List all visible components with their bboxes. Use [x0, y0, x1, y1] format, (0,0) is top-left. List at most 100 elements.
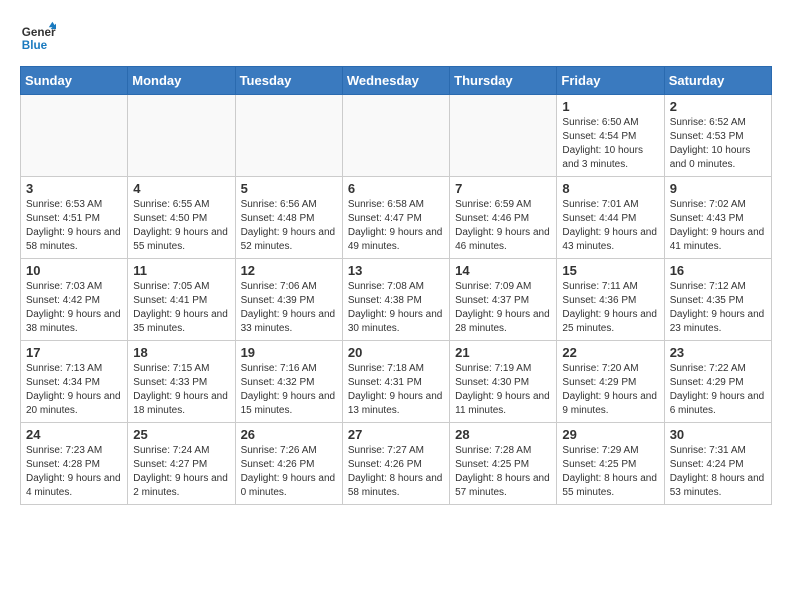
logo: General Blue — [20, 20, 56, 56]
day-number: 22 — [562, 345, 658, 360]
day-cell: 5Sunrise: 6:56 AM Sunset: 4:48 PM Daylig… — [235, 177, 342, 259]
day-info: Sunrise: 7:27 AM Sunset: 4:26 PM Dayligh… — [348, 444, 444, 500]
day-number: 10 — [26, 263, 122, 278]
weekday-header-saturday: Saturday — [664, 67, 771, 95]
day-cell: 30 Sunrise: 7:31 AM Sunset: 4:24 PM Dayli… — [664, 423, 771, 505]
day-number: 19 — [241, 345, 337, 360]
day-number: 11 — [133, 263, 229, 278]
day-cell — [450, 95, 557, 177]
svg-text:General: General — [22, 26, 56, 39]
day-number: 24 — [26, 427, 122, 442]
day-cell: 6Sunrise: 6:58 AM Sunset: 4:47 PM Daylig… — [342, 177, 449, 259]
day-number: 8 — [562, 181, 658, 196]
day-info: Sunrise: 7:22 AM Sunset: 4:29 PM Dayligh… — [670, 362, 766, 418]
day-info: Sunrise: 7:06 AM Sunset: 4:39 PM Dayligh… — [241, 280, 337, 336]
day-info: Sunrise: 7:26 AM Sunset: 4:26 PM Dayligh… — [241, 444, 337, 500]
day-number: 20 — [348, 345, 444, 360]
day-info: Sunrise: 6:53 AM Sunset: 4:51 PM Dayligh… — [26, 198, 122, 254]
day-cell: 25 Sunrise: 7:24 AM Sunset: 4:27 PM Dayli… — [128, 423, 235, 505]
weekday-header-sunday: Sunday — [21, 67, 128, 95]
day-number: 13 — [348, 263, 444, 278]
day-number: 1 — [562, 99, 658, 114]
day-cell: 3 Sunrise: 6:53 AM Sunset: 4:51 PM Daylig… — [21, 177, 128, 259]
day-info: Sunrise: 7:09 AM Sunset: 4:37 PM Dayligh… — [455, 280, 551, 336]
weekday-header-row: SundayMondayTuesdayWednesdayThursdayFrid… — [21, 67, 772, 95]
day-info: Sunrise: 7:08 AM Sunset: 4:38 PM Dayligh… — [348, 280, 444, 336]
day-cell: 20 Sunrise: 7:18 AM Sunset: 4:31 PM Dayli… — [342, 341, 449, 423]
day-cell: 12 Sunrise: 7:06 AM Sunset: 4:39 PM Dayli… — [235, 259, 342, 341]
day-info: Sunrise: 7:18 AM Sunset: 4:31 PM Dayligh… — [348, 362, 444, 418]
day-number: 14 — [455, 263, 551, 278]
day-info: Sunrise: 7:28 AM Sunset: 4:25 PM Dayligh… — [455, 444, 551, 500]
day-info: Sunrise: 6:52 AM Sunset: 4:53 PM Dayligh… — [670, 116, 766, 172]
day-cell: 15 Sunrise: 7:11 AM Sunset: 4:36 PM Dayli… — [557, 259, 664, 341]
day-cell: 19 Sunrise: 7:16 AM Sunset: 4:32 PM Dayli… — [235, 341, 342, 423]
day-number: 16 — [670, 263, 766, 278]
day-info: Sunrise: 7:19 AM Sunset: 4:30 PM Dayligh… — [455, 362, 551, 418]
day-cell — [21, 95, 128, 177]
day-number: 23 — [670, 345, 766, 360]
week-row-3: 10 Sunrise: 7:03 AM Sunset: 4:42 PM Dayli… — [21, 259, 772, 341]
day-number: 29 — [562, 427, 658, 442]
day-number: 25 — [133, 427, 229, 442]
day-cell: 22 Sunrise: 7:20 AM Sunset: 4:29 PM Dayli… — [557, 341, 664, 423]
day-cell: 7Sunrise: 6:59 AM Sunset: 4:46 PM Daylig… — [450, 177, 557, 259]
day-cell: 9 Sunrise: 7:02 AM Sunset: 4:43 PM Daylig… — [664, 177, 771, 259]
day-info: Sunrise: 7:15 AM Sunset: 4:33 PM Dayligh… — [133, 362, 229, 418]
day-number: 18 — [133, 345, 229, 360]
weekday-header-friday: Friday — [557, 67, 664, 95]
day-number: 6 — [348, 181, 444, 196]
day-cell: 11 Sunrise: 7:05 AM Sunset: 4:41 PM Dayli… — [128, 259, 235, 341]
day-cell: 26Sunrise: 7:26 AM Sunset: 4:26 PM Dayli… — [235, 423, 342, 505]
day-info: Sunrise: 6:50 AM Sunset: 4:54 PM Dayligh… — [562, 116, 658, 172]
day-cell: 24Sunrise: 7:23 AM Sunset: 4:28 PM Dayli… — [21, 423, 128, 505]
day-cell: 2 Sunrise: 6:52 AM Sunset: 4:53 PM Daylig… — [664, 95, 771, 177]
week-row-2: 3 Sunrise: 6:53 AM Sunset: 4:51 PM Daylig… — [21, 177, 772, 259]
day-info: Sunrise: 7:01 AM Sunset: 4:44 PM Dayligh… — [562, 198, 658, 254]
day-number: 21 — [455, 345, 551, 360]
day-number: 27 — [348, 427, 444, 442]
day-cell: 16 Sunrise: 7:12 AM Sunset: 4:35 PM Dayli… — [664, 259, 771, 341]
day-cell: 8 Sunrise: 7:01 AM Sunset: 4:44 PM Daylig… — [557, 177, 664, 259]
day-cell: 13 Sunrise: 7:08 AM Sunset: 4:38 PM Dayli… — [342, 259, 449, 341]
day-number: 30 — [670, 427, 766, 442]
week-row-5: 24Sunrise: 7:23 AM Sunset: 4:28 PM Dayli… — [21, 423, 772, 505]
week-row-4: 17 Sunrise: 7:13 AM Sunset: 4:34 PM Dayli… — [21, 341, 772, 423]
weekday-header-tuesday: Tuesday — [235, 67, 342, 95]
logo-icon: General Blue — [20, 20, 56, 56]
day-number: 3 — [26, 181, 122, 196]
day-info: Sunrise: 7:05 AM Sunset: 4:41 PM Dayligh… — [133, 280, 229, 336]
day-info: Sunrise: 7:20 AM Sunset: 4:29 PM Dayligh… — [562, 362, 658, 418]
week-row-1: 1 Sunrise: 6:50 AM Sunset: 4:54 PM Daylig… — [21, 95, 772, 177]
day-info: Sunrise: 6:56 AM Sunset: 4:48 PM Dayligh… — [241, 198, 337, 254]
day-info: Sunrise: 7:02 AM Sunset: 4:43 PM Dayligh… — [670, 198, 766, 254]
day-cell — [342, 95, 449, 177]
day-info: Sunrise: 7:11 AM Sunset: 4:36 PM Dayligh… — [562, 280, 658, 336]
day-cell — [235, 95, 342, 177]
day-info: Sunrise: 7:24 AM Sunset: 4:27 PM Dayligh… — [133, 444, 229, 500]
day-number: 17 — [26, 345, 122, 360]
day-info: Sunrise: 7:03 AM Sunset: 4:42 PM Dayligh… — [26, 280, 122, 336]
day-cell: 18 Sunrise: 7:15 AM Sunset: 4:33 PM Dayli… — [128, 341, 235, 423]
day-cell: 21 Sunrise: 7:19 AM Sunset: 4:30 PM Dayli… — [450, 341, 557, 423]
day-number: 9 — [670, 181, 766, 196]
header: General Blue — [20, 20, 772, 56]
day-cell: 29Sunrise: 7:29 AM Sunset: 4:25 PM Dayli… — [557, 423, 664, 505]
day-number: 2 — [670, 99, 766, 114]
day-cell: 4Sunrise: 6:55 AM Sunset: 4:50 PM Daylig… — [128, 177, 235, 259]
day-cell: 27 Sunrise: 7:27 AM Sunset: 4:26 PM Dayli… — [342, 423, 449, 505]
day-info: Sunrise: 7:12 AM Sunset: 4:35 PM Dayligh… — [670, 280, 766, 336]
day-info: Sunrise: 7:13 AM Sunset: 4:34 PM Dayligh… — [26, 362, 122, 418]
day-info: Sunrise: 6:55 AM Sunset: 4:50 PM Dayligh… — [133, 198, 229, 254]
day-number: 12 — [241, 263, 337, 278]
day-cell: 28 Sunrise: 7:28 AM Sunset: 4:25 PM Dayli… — [450, 423, 557, 505]
day-info: Sunrise: 7:16 AM Sunset: 4:32 PM Dayligh… — [241, 362, 337, 418]
day-number: 28 — [455, 427, 551, 442]
svg-text:Blue: Blue — [22, 39, 48, 52]
day-number: 7 — [455, 181, 551, 196]
calendar-table: SundayMondayTuesdayWednesdayThursdayFrid… — [20, 66, 772, 505]
day-info: Sunrise: 7:31 AM Sunset: 4:24 PM Dayligh… — [670, 444, 766, 500]
day-cell: 23 Sunrise: 7:22 AM Sunset: 4:29 PM Dayli… — [664, 341, 771, 423]
day-number: 15 — [562, 263, 658, 278]
day-cell: 10 Sunrise: 7:03 AM Sunset: 4:42 PM Dayli… — [21, 259, 128, 341]
